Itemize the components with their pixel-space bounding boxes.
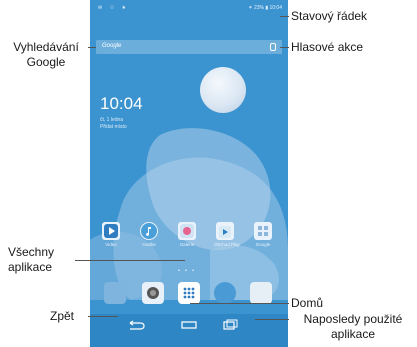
label-all-apps: Všechny aplikace	[8, 245, 55, 274]
label-voice-actions: Hlasové akce	[291, 40, 364, 54]
google-search-bar[interactable]: Google	[96, 40, 282, 54]
clock-date: čt, 1 ledna	[100, 117, 124, 123]
music-icon	[140, 222, 158, 240]
video-icon	[102, 222, 120, 240]
leader-line	[88, 316, 118, 317]
app-label: Video	[105, 242, 117, 247]
leader-line	[255, 319, 289, 320]
app-music[interactable]: Hudba	[138, 222, 160, 247]
phone-screen: ✉ ☃ ★ ✶ 23% ▮ 10:04 Google 10:04 čt, 1 l…	[90, 0, 288, 347]
home-icon[interactable]	[181, 321, 197, 329]
app-label: Google	[255, 242, 271, 247]
label-recent-apps: Naposledy použité aplikace	[303, 312, 403, 341]
leader-line	[88, 47, 96, 48]
app-label: Galerie	[179, 242, 195, 247]
google-folder-icon	[254, 222, 272, 240]
app-label: Obchod Play	[214, 242, 240, 247]
clock-location[interactable]: Přidat místo	[100, 124, 127, 130]
label-google-search: Vyhledávání Google	[13, 40, 79, 69]
leader-line	[190, 303, 289, 304]
status-indicators: ✶ 23% ▮ 10:04	[248, 5, 282, 11]
dock-browser-icon[interactable]	[214, 282, 236, 304]
app-video[interactable]: Video	[100, 222, 122, 247]
mic-icon[interactable]	[270, 43, 276, 51]
status-bar: ✉ ☃ ★ ✶ 23% ▮ 10:04	[90, 0, 288, 16]
dock-camera-icon[interactable]	[142, 282, 164, 304]
leader-line	[280, 47, 289, 48]
leader-line	[280, 16, 289, 17]
app-play-store[interactable]: Obchod Play	[214, 222, 240, 247]
page-indicator: • • •	[178, 268, 197, 274]
leader-line	[75, 260, 185, 261]
recent-apps-icon[interactable]	[223, 319, 238, 330]
label-status-bar: Stavový řádek	[291, 9, 368, 23]
clock-time[interactable]: 10:04	[100, 94, 143, 114]
back-icon[interactable]	[129, 320, 145, 330]
app-label: Hudba	[142, 242, 156, 247]
dock-messages-icon[interactable]	[250, 282, 272, 304]
dock-photo-icon[interactable]	[104, 282, 126, 304]
dock	[90, 282, 288, 314]
label-back: Zpět	[50, 309, 75, 323]
all-apps-icon[interactable]	[178, 282, 200, 304]
gallery-icon	[178, 222, 196, 240]
google-logo: Google	[102, 43, 122, 49]
play-store-icon	[216, 222, 234, 240]
app-google-folder[interactable]: Google	[252, 222, 274, 247]
app-gallery[interactable]: Galerie	[176, 222, 198, 247]
weather-moon-icon[interactable]	[200, 67, 246, 113]
label-home: Domů	[291, 296, 324, 310]
status-notification-icons: ✉ ☃ ★	[98, 5, 129, 11]
